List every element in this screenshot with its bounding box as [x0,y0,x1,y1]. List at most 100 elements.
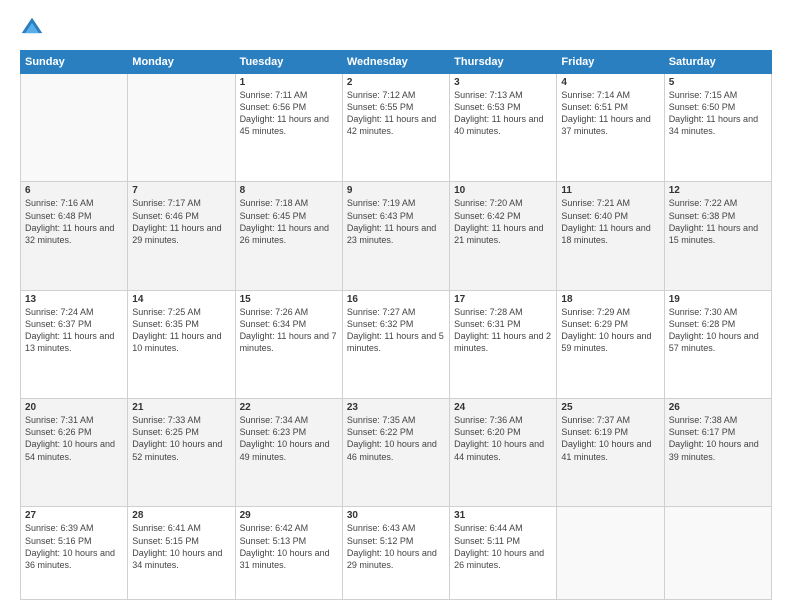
calendar-weekday-thursday: Thursday [450,51,557,74]
day-info: Sunrise: 7:26 AMSunset: 6:34 PMDaylight:… [240,306,338,355]
calendar-weekday-saturday: Saturday [664,51,771,74]
day-info: Sunrise: 7:13 AMSunset: 6:53 PMDaylight:… [454,89,552,138]
calendar-week-row: 27Sunrise: 6:39 AMSunset: 5:16 PMDayligh… [21,507,772,600]
day-info: Sunrise: 6:42 AMSunset: 5:13 PMDaylight:… [240,522,338,571]
calendar-weekday-friday: Friday [557,51,664,74]
calendar-cell [664,507,771,600]
calendar-cell: 2Sunrise: 7:12 AMSunset: 6:55 PMDaylight… [342,74,449,182]
calendar-cell: 4Sunrise: 7:14 AMSunset: 6:51 PMDaylight… [557,74,664,182]
day-number: 28 [132,510,230,521]
day-number: 1 [240,77,338,88]
day-number: 22 [240,402,338,413]
day-number: 5 [669,77,767,88]
day-info: Sunrise: 6:43 AMSunset: 5:12 PMDaylight:… [347,522,445,571]
day-number: 21 [132,402,230,413]
calendar-cell: 16Sunrise: 7:27 AMSunset: 6:32 PMDayligh… [342,290,449,398]
day-info: Sunrise: 7:28 AMSunset: 6:31 PMDaylight:… [454,306,552,355]
day-number: 3 [454,77,552,88]
logo [20,16,48,40]
calendar-cell: 29Sunrise: 6:42 AMSunset: 5:13 PMDayligh… [235,507,342,600]
day-info: Sunrise: 7:27 AMSunset: 6:32 PMDaylight:… [347,306,445,355]
day-number: 16 [347,294,445,305]
day-info: Sunrise: 7:22 AMSunset: 6:38 PMDaylight:… [669,197,767,246]
day-number: 25 [561,402,659,413]
calendar-week-row: 1Sunrise: 7:11 AMSunset: 6:56 PMDaylight… [21,74,772,182]
day-info: Sunrise: 7:30 AMSunset: 6:28 PMDaylight:… [669,306,767,355]
day-info: Sunrise: 7:20 AMSunset: 6:42 PMDaylight:… [454,197,552,246]
day-number: 8 [240,185,338,196]
calendar-weekday-monday: Monday [128,51,235,74]
calendar-cell: 30Sunrise: 6:43 AMSunset: 5:12 PMDayligh… [342,507,449,600]
day-number: 13 [25,294,123,305]
day-info: Sunrise: 7:14 AMSunset: 6:51 PMDaylight:… [561,89,659,138]
calendar-cell: 26Sunrise: 7:38 AMSunset: 6:17 PMDayligh… [664,399,771,507]
day-info: Sunrise: 7:18 AMSunset: 6:45 PMDaylight:… [240,197,338,246]
day-info: Sunrise: 7:25 AMSunset: 6:35 PMDaylight:… [132,306,230,355]
calendar-cell: 8Sunrise: 7:18 AMSunset: 6:45 PMDaylight… [235,182,342,290]
calendar-cell: 25Sunrise: 7:37 AMSunset: 6:19 PMDayligh… [557,399,664,507]
day-info: Sunrise: 7:34 AMSunset: 6:23 PMDaylight:… [240,414,338,463]
day-number: 4 [561,77,659,88]
day-number: 20 [25,402,123,413]
calendar-cell: 28Sunrise: 6:41 AMSunset: 5:15 PMDayligh… [128,507,235,600]
calendar-cell: 11Sunrise: 7:21 AMSunset: 6:40 PMDayligh… [557,182,664,290]
calendar-weekday-sunday: Sunday [21,51,128,74]
calendar-cell: 31Sunrise: 6:44 AMSunset: 5:11 PMDayligh… [450,507,557,600]
day-number: 30 [347,510,445,521]
day-info: Sunrise: 7:15 AMSunset: 6:50 PMDaylight:… [669,89,767,138]
calendar-cell: 9Sunrise: 7:19 AMSunset: 6:43 PMDaylight… [342,182,449,290]
calendar-weekday-wednesday: Wednesday [342,51,449,74]
day-number: 18 [561,294,659,305]
calendar-cell [128,74,235,182]
day-number: 17 [454,294,552,305]
calendar-cell: 17Sunrise: 7:28 AMSunset: 6:31 PMDayligh… [450,290,557,398]
calendar-cell: 18Sunrise: 7:29 AMSunset: 6:29 PMDayligh… [557,290,664,398]
day-number: 27 [25,510,123,521]
calendar-cell: 19Sunrise: 7:30 AMSunset: 6:28 PMDayligh… [664,290,771,398]
calendar-cell: 14Sunrise: 7:25 AMSunset: 6:35 PMDayligh… [128,290,235,398]
day-info: Sunrise: 6:39 AMSunset: 5:16 PMDaylight:… [25,522,123,571]
day-info: Sunrise: 7:24 AMSunset: 6:37 PMDaylight:… [25,306,123,355]
day-number: 6 [25,185,123,196]
calendar-week-row: 13Sunrise: 7:24 AMSunset: 6:37 PMDayligh… [21,290,772,398]
day-info: Sunrise: 7:11 AMSunset: 6:56 PMDaylight:… [240,89,338,138]
logo-icon [20,16,44,40]
calendar-cell: 23Sunrise: 7:35 AMSunset: 6:22 PMDayligh… [342,399,449,507]
day-info: Sunrise: 7:35 AMSunset: 6:22 PMDaylight:… [347,414,445,463]
day-number: 19 [669,294,767,305]
calendar-week-row: 20Sunrise: 7:31 AMSunset: 6:26 PMDayligh… [21,399,772,507]
calendar-weekday-tuesday: Tuesday [235,51,342,74]
calendar-week-row: 6Sunrise: 7:16 AMSunset: 6:48 PMDaylight… [21,182,772,290]
day-number: 11 [561,185,659,196]
day-info: Sunrise: 6:41 AMSunset: 5:15 PMDaylight:… [132,522,230,571]
day-number: 29 [240,510,338,521]
calendar-cell: 10Sunrise: 7:20 AMSunset: 6:42 PMDayligh… [450,182,557,290]
day-info: Sunrise: 7:36 AMSunset: 6:20 PMDaylight:… [454,414,552,463]
day-number: 12 [669,185,767,196]
day-number: 7 [132,185,230,196]
calendar-cell: 6Sunrise: 7:16 AMSunset: 6:48 PMDaylight… [21,182,128,290]
calendar-cell: 5Sunrise: 7:15 AMSunset: 6:50 PMDaylight… [664,74,771,182]
day-info: Sunrise: 7:16 AMSunset: 6:48 PMDaylight:… [25,197,123,246]
day-info: Sunrise: 6:44 AMSunset: 5:11 PMDaylight:… [454,522,552,571]
day-number: 24 [454,402,552,413]
calendar-cell: 21Sunrise: 7:33 AMSunset: 6:25 PMDayligh… [128,399,235,507]
header [20,16,772,40]
day-number: 10 [454,185,552,196]
day-number: 26 [669,402,767,413]
calendar-cell [557,507,664,600]
calendar-cell: 12Sunrise: 7:22 AMSunset: 6:38 PMDayligh… [664,182,771,290]
day-info: Sunrise: 7:37 AMSunset: 6:19 PMDaylight:… [561,414,659,463]
calendar-cell: 15Sunrise: 7:26 AMSunset: 6:34 PMDayligh… [235,290,342,398]
calendar-cell: 13Sunrise: 7:24 AMSunset: 6:37 PMDayligh… [21,290,128,398]
day-number: 14 [132,294,230,305]
calendar-cell: 27Sunrise: 6:39 AMSunset: 5:16 PMDayligh… [21,507,128,600]
day-number: 15 [240,294,338,305]
calendar-cell: 24Sunrise: 7:36 AMSunset: 6:20 PMDayligh… [450,399,557,507]
day-info: Sunrise: 7:19 AMSunset: 6:43 PMDaylight:… [347,197,445,246]
day-info: Sunrise: 7:12 AMSunset: 6:55 PMDaylight:… [347,89,445,138]
calendar-header-row: SundayMondayTuesdayWednesdayThursdayFrid… [21,51,772,74]
day-info: Sunrise: 7:21 AMSunset: 6:40 PMDaylight:… [561,197,659,246]
page: SundayMondayTuesdayWednesdayThursdayFrid… [0,0,792,612]
day-info: Sunrise: 7:17 AMSunset: 6:46 PMDaylight:… [132,197,230,246]
